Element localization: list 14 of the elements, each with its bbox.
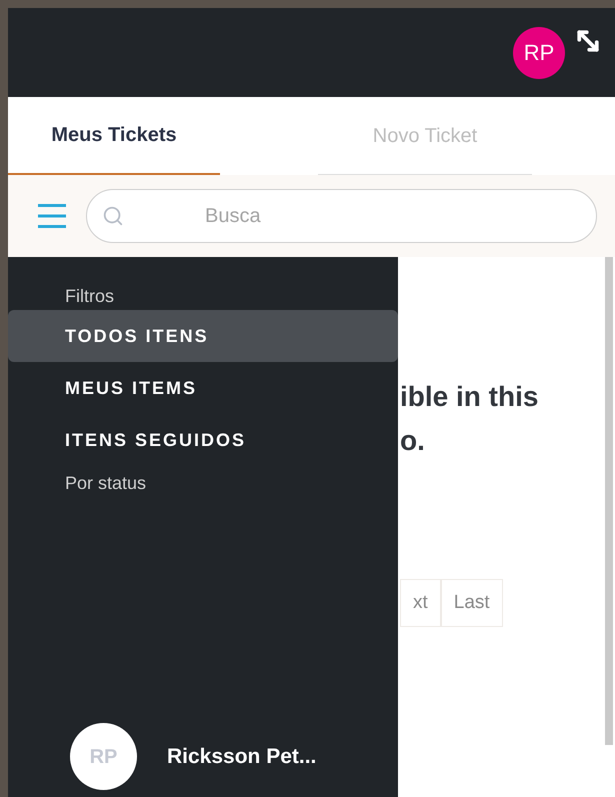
user-avatar[interactable]: RP — [513, 26, 565, 78]
message-text: o. — [400, 424, 426, 458]
filter-item[interactable]: ITENS SEGUIDOS — [8, 414, 398, 466]
filter-item[interactable]: MEUS ITEMS — [8, 362, 398, 414]
search-field[interactable]: Busca — [86, 189, 597, 243]
scrollbar[interactable] — [605, 257, 613, 745]
message-text: ible in this — [400, 380, 540, 414]
drawer-heading: Filtros — [65, 285, 114, 308]
filter-item[interactable]: TODOS ITENS — [8, 310, 398, 362]
menu-icon[interactable] — [38, 203, 68, 229]
user-name: Ricksson Pet... — [167, 744, 316, 770]
drawer-subheading: Por status — [65, 472, 146, 495]
search-icon — [102, 205, 124, 227]
user-avatar: RP — [70, 723, 137, 790]
